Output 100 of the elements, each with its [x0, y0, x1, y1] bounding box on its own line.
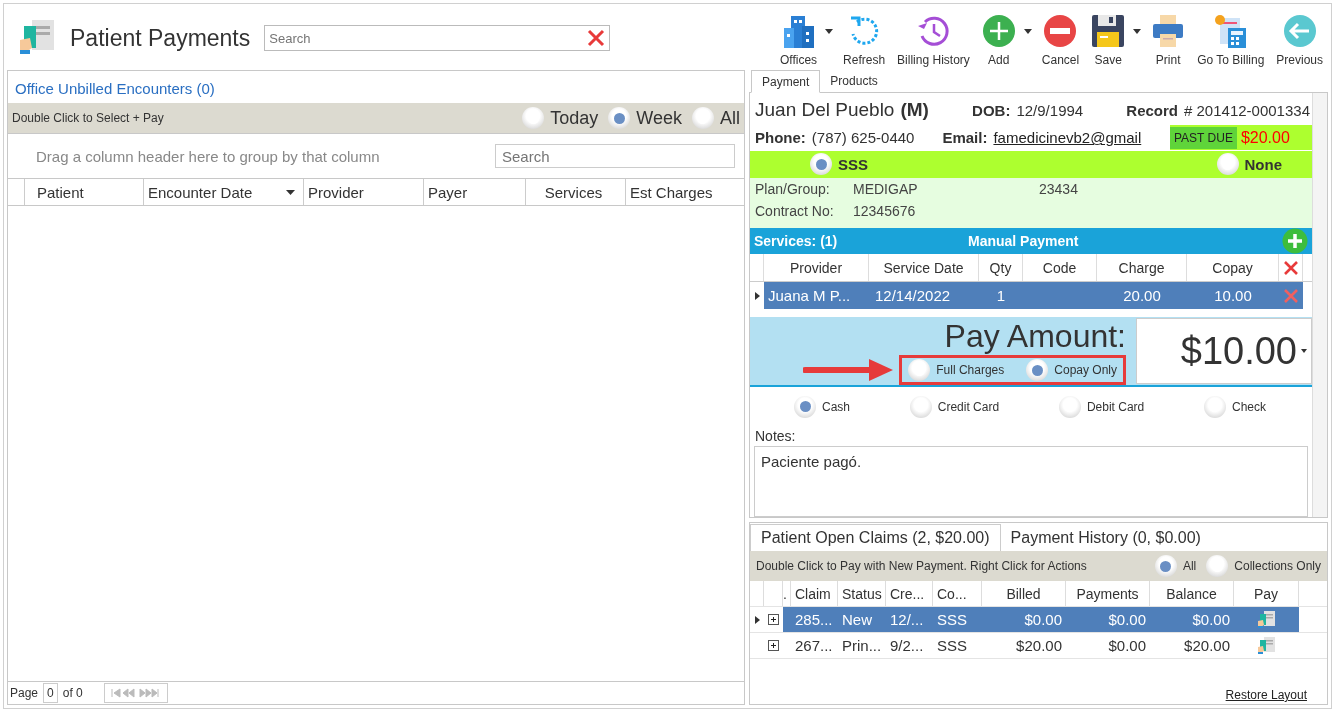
section-title: Services: (1) [754, 233, 839, 250]
radio-button[interactable] [1216, 153, 1239, 176]
column-header[interactable]: Provider [304, 179, 424, 205]
field-value: (787) 625-0440 [811, 129, 915, 147]
radio-button[interactable] [1154, 555, 1177, 577]
radio-button[interactable] [608, 107, 631, 129]
tab[interactable]: Payment [751, 70, 821, 93]
filter-label[interactable]: All [720, 107, 740, 129]
radio-button[interactable] [909, 395, 932, 418]
column-header[interactable]: Copay [1187, 254, 1279, 282]
radio-button[interactable] [692, 107, 714, 129]
pager-label: Page [9, 686, 40, 700]
patient-sex: (M) [900, 99, 929, 120]
toolbar-button[interactable]: Refresh [837, 10, 892, 69]
payment-method[interactable]: Cash [822, 399, 850, 414]
column-header[interactable]: Cre... [886, 581, 933, 606]
panel-title: Office Unbilled Encounters (0) [14, 79, 216, 99]
field-label: Phone: [755, 129, 806, 147]
column-header[interactable]: Payer [424, 179, 526, 205]
section-title: Manual Payment [968, 233, 1080, 250]
restore-layout-link[interactable]: Restore Layout [1225, 688, 1307, 702]
toolbar-button[interactable]: Print [1145, 10, 1192, 69]
tab[interactable]: Products [820, 70, 888, 92]
column-header[interactable]: Claim [791, 581, 838, 606]
scrollbar[interactable] [1312, 93, 1327, 517]
column-header[interactable]: Charge [1097, 254, 1187, 282]
field-value: 12345676 [853, 203, 917, 220]
column-header[interactable]: Payments [1066, 581, 1150, 606]
toolbar-button[interactable]: Offices [773, 10, 824, 69]
row-pointer-icon [754, 291, 760, 300]
filter-label[interactable]: All [1182, 559, 1197, 573]
table-cell-text: 285... [794, 610, 834, 630]
radio-button[interactable] [522, 107, 545, 129]
column-header[interactable]: Co... [933, 581, 982, 606]
column-header[interactable]: . [783, 581, 791, 606]
page-field[interactable]: 0 [43, 683, 58, 703]
email-link[interactable]: famedicinevb2@gmail [993, 129, 1142, 147]
pager-total: of 0 [61, 686, 84, 700]
notes-field[interactable]: Paciente pagó. [754, 446, 1308, 517]
table-row[interactable]: 285... New 12/... SSS $0.00 $0.00 $0.00 [783, 607, 1299, 632]
toolbar-button[interactable]: Save [1085, 10, 1132, 69]
field-value: 23434 [1039, 181, 1078, 198]
radio-label[interactable]: Full Charges [936, 363, 1005, 378]
plus-icon [981, 14, 1016, 48]
table-row[interactable]: 267... Prin... 9/2... SSS $20.00 $0.00 $20.00 [783, 633, 1299, 658]
payment-method[interactable]: Check [1232, 399, 1266, 414]
printer-icon [1151, 14, 1186, 48]
toolbar-button[interactable]: Add [975, 10, 1022, 69]
payment-icon [1256, 635, 1277, 656]
column-header[interactable]: Est Charges [626, 179, 726, 205]
delete-icon [1282, 259, 1299, 276]
past-due-label: PAST DUE [1170, 126, 1237, 149]
radio-label[interactable]: Copay Only [1054, 363, 1117, 378]
column-header[interactable]: Encounter Date [144, 179, 304, 205]
column-header[interactable]: Pay [1234, 581, 1299, 606]
column-header[interactable]: Provider [764, 254, 869, 282]
toolbar-button[interactable]: Billing History [891, 10, 976, 69]
radio-button[interactable] [1058, 395, 1081, 418]
past-due-amount: $20.00 [1239, 128, 1290, 147]
column-header[interactable]: Service Date [869, 254, 979, 282]
table-cell-text: SSS [936, 636, 968, 656]
filter-label[interactable]: Collections Only [1234, 559, 1321, 573]
field-label: Record [1126, 102, 1178, 119]
table-cell-text: New [841, 610, 873, 630]
payment-method[interactable]: Debit Card [1086, 399, 1145, 414]
radio-button[interactable] [908, 359, 931, 382]
table-cell-text: $0.00 [1191, 610, 1231, 630]
table-cell-text: 10.00 [1213, 286, 1253, 307]
column-header[interactable]: Code [1023, 254, 1097, 282]
filter-label[interactable]: Today [550, 107, 599, 129]
app-title: Patient Payments [70, 24, 251, 52]
radio-button[interactable] [1204, 395, 1226, 418]
table-row[interactable]: Juana M P... 12/14/2022 1 20.00 10.00 [764, 282, 1303, 310]
filter-label[interactable]: Week [636, 107, 682, 129]
table-cell-text: SSS [936, 610, 968, 630]
column-header[interactable]: Status [838, 581, 886, 606]
tab[interactable]: Payment History (0, $0.00) [1000, 525, 1211, 551]
calculator-icon [1213, 14, 1248, 48]
column-header[interactable]: Patient [25, 179, 144, 205]
column-header[interactable]: Services [526, 179, 626, 205]
search-field[interactable]: Search [264, 25, 611, 51]
payment-method[interactable]: Credit Card [937, 399, 1000, 414]
toolbar-button[interactable]: Go To Billing [1191, 10, 1271, 69]
amount-field[interactable]: $10.00 [1136, 318, 1312, 385]
column-header[interactable]: Billed [982, 581, 1066, 606]
payment-icon [1256, 609, 1277, 630]
column-header[interactable]: Balance [1150, 581, 1234, 606]
insurance-option[interactable]: None [1244, 155, 1282, 173]
toolbar-button[interactable]: Cancel [1035, 10, 1086, 69]
column-header[interactable]: Qty [979, 254, 1023, 282]
insurance-option[interactable]: SSS [838, 155, 868, 173]
add-icon [1282, 228, 1308, 255]
caret-icon [1301, 349, 1307, 354]
toolbar-button[interactable]: Previous [1270, 10, 1329, 69]
radio-button[interactable] [1026, 359, 1049, 382]
search-field[interactable]: Search [495, 144, 735, 168]
radio-button[interactable] [1206, 555, 1229, 577]
delete-icon [1283, 287, 1299, 304]
radio-button[interactable] [810, 153, 832, 176]
radio-button[interactable] [794, 395, 816, 418]
